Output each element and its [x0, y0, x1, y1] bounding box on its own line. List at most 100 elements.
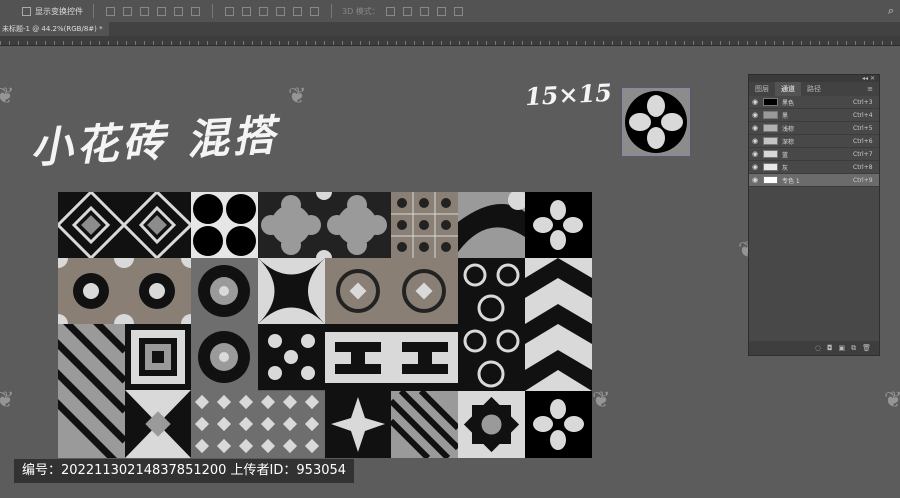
tab-layers[interactable]: 图层: [749, 82, 775, 96]
channel-name: 黑: [782, 112, 789, 120]
distribute-left-icon[interactable]: [225, 6, 234, 16]
eye-icon[interactable]: ◉: [749, 137, 761, 145]
channel-name: 灰: [782, 164, 789, 172]
channel-shortcut: Ctrl+4: [853, 111, 873, 119]
new-channel-icon[interactable]: ▣: [838, 344, 845, 352]
tile-quatrefoil: [258, 192, 391, 258]
distribute-bottom-icon[interactable]: [310, 6, 319, 16]
channel-name: 专色 1: [782, 177, 800, 185]
leaf-logo-icon: ❦: [0, 84, 15, 109]
tile-four-circles: [191, 192, 258, 258]
tile-octagram: [458, 391, 525, 458]
align-left-icon[interactable]: [106, 6, 115, 16]
eye-icon[interactable]: ◉: [749, 150, 761, 158]
tile-diagonal-corner: [391, 391, 458, 458]
tab-channels[interactable]: 通道: [775, 82, 801, 96]
show-transform-checkbox[interactable]: [22, 6, 31, 16]
hamburger-menu-icon[interactable]: ≡: [861, 82, 879, 96]
search-icon[interactable]: ⌕: [888, 4, 894, 18]
channel-thumbnail: [763, 111, 778, 119]
eye-icon[interactable]: ◉: [749, 98, 761, 106]
tile-brown-medallion: [58, 258, 191, 324]
tab-paths[interactable]: 路径: [801, 82, 827, 96]
options-bar: 显示变换控件 3D 模式： ⌕: [0, 0, 900, 23]
eye-icon[interactable]: ◉: [749, 176, 761, 184]
eye-icon[interactable]: ◉: [749, 111, 761, 119]
channel-row[interactable]: ◉ 灰 Ctrl+8: [749, 161, 879, 174]
tile-flower-black: [525, 192, 592, 258]
align-center-icon[interactable]: [123, 6, 132, 16]
dotted-circle-icon[interactable]: ◌: [815, 344, 821, 352]
channel-row[interactable]: ◉ 黑色 Ctrl+3: [749, 96, 879, 109]
distribute-top-icon[interactable]: [276, 6, 285, 16]
eye-icon[interactable]: ◉: [749, 163, 761, 171]
show-transform-label: 显示变换控件: [35, 6, 83, 16]
align-top-icon[interactable]: [157, 6, 166, 16]
channel-shortcut: Ctrl+7: [853, 150, 873, 158]
tile-chevron-tall: [525, 258, 592, 391]
3d-orbit-icon[interactable]: [385, 6, 395, 16]
channels-panel: ◂◂ ✕ 图层 通道 路径 ≡ ◉ 黑色 Ctrl+3 ◉ 黑 Ctrl+4 ◉…: [748, 74, 880, 356]
tile-flower-grid: [258, 324, 325, 390]
panel-footer: ◌ ◘ ▣ ⧉ 🗑: [749, 341, 879, 355]
leaf-logo-icon: ❦: [884, 388, 900, 413]
tile-rosette-tall: [191, 258, 258, 391]
channel-name: 浅棕: [782, 125, 795, 133]
tile-size-label: 15×15: [524, 77, 613, 112]
divider: [93, 4, 94, 18]
channel-row[interactable]: ◉ 黑 Ctrl+4: [749, 109, 879, 122]
channel-name: 黑色: [782, 99, 795, 107]
tile-curved-star: [258, 258, 325, 324]
3d-slide-icon[interactable]: [436, 6, 446, 16]
tile-brown-circles: [325, 258, 458, 324]
document-tab-bar: 未标题-1 @ 44.2%(RGB/8#) *: [0, 22, 900, 36]
channel-row-selected[interactable]: ◉ 专色 1 Ctrl+9: [749, 174, 879, 187]
tile-diamond-cross: [125, 390, 191, 458]
panel-tabs: 图层 通道 路径 ≡: [749, 82, 879, 96]
3d-scale-icon[interactable]: [453, 6, 463, 16]
tile-diagonal-stripes: [58, 324, 125, 458]
tile-ring-dots-tall: [458, 258, 525, 391]
distribute-middle-icon[interactable]: [293, 6, 302, 16]
trash-icon[interactable]: 🗑: [862, 344, 871, 352]
distribute-center-icon[interactable]: [242, 6, 251, 16]
eye-icon[interactable]: ◉: [749, 124, 761, 132]
3d-roll-icon[interactable]: [402, 6, 412, 16]
image-caption: 编号：20221130214837851200 上传者ID：953054: [14, 459, 355, 483]
leaf-logo-icon: ❦: [288, 84, 307, 109]
tile-diamond-lattice: [58, 192, 191, 258]
channel-name: 深棕: [782, 138, 795, 146]
3d-mode-label: 3D 模式：: [342, 6, 380, 16]
document-tab[interactable]: 未标题-1 @ 44.2%(RGB/8#) *: [0, 22, 109, 36]
tile-small-grid: [191, 391, 325, 458]
align-bottom-icon[interactable]: [191, 6, 200, 16]
leaf-logo-icon: ❦: [592, 388, 611, 413]
panel-collapse-bar[interactable]: ◂◂ ✕: [749, 75, 879, 82]
document-tab-label: 未标题-1 @ 44.2%(RGB/8#) *: [2, 25, 103, 33]
3d-pan-icon[interactable]: [419, 6, 429, 16]
channel-thumbnail: [763, 137, 778, 145]
mask-icon[interactable]: ◘: [827, 344, 833, 352]
channel-row[interactable]: ◉ 蓝 Ctrl+7: [749, 148, 879, 161]
tile-star-cross: [325, 391, 391, 458]
channel-thumbnail: [763, 124, 778, 132]
align-middle-icon[interactable]: [174, 6, 183, 16]
align-right-icon[interactable]: [140, 6, 149, 16]
tile-collage: [58, 192, 592, 458]
duplicate-icon[interactable]: ⧉: [851, 344, 856, 353]
leaf-logo-icon: ❦: [0, 388, 15, 413]
channel-row[interactable]: ◉ 深棕 Ctrl+6: [749, 135, 879, 148]
channel-thumbnail: [763, 150, 778, 158]
divider: [331, 4, 332, 18]
distribute-right-icon[interactable]: [259, 6, 268, 16]
divider: [212, 4, 213, 18]
artwork-title: 小花砖 混搭: [29, 110, 280, 173]
horizontal-ruler[interactable]: [0, 36, 900, 46]
channel-shortcut: Ctrl+6: [853, 137, 873, 145]
channel-thumbnail: [763, 176, 778, 184]
channel-shortcut: Ctrl+9: [853, 176, 873, 184]
tile-brown-grid: [391, 192, 458, 258]
tile-flower-black-bottom: [525, 391, 592, 458]
channel-row[interactable]: ◉ 浅棕 Ctrl+5: [749, 122, 879, 135]
tile-curved-band: [458, 192, 525, 258]
